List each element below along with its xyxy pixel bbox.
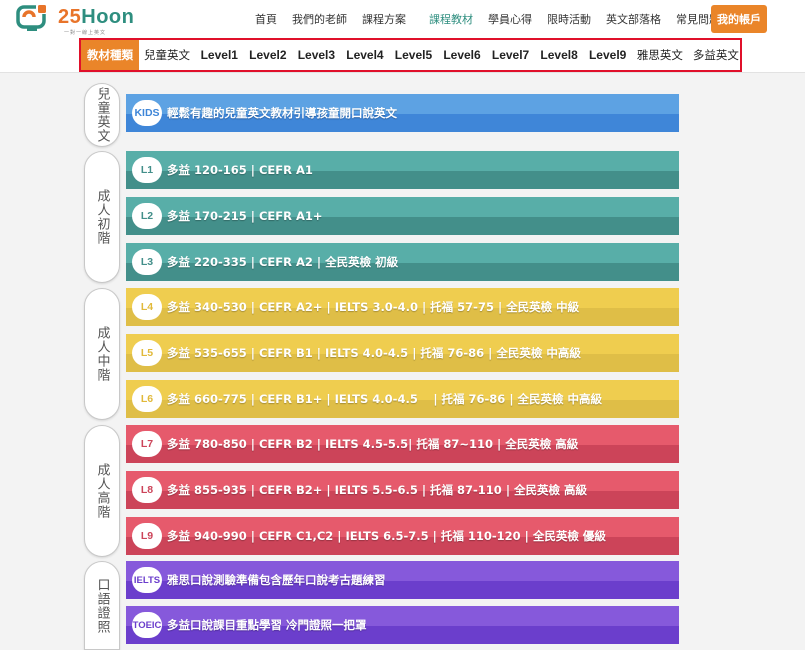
main-nav: 首頁 我們的老師 課程方案 課程教材 學員心得 限時活動 英文部落格 常見問題 (255, 0, 735, 37)
course-label: 多益 170-215 | CEFR A1+ (167, 209, 323, 223)
tab-ielts-english[interactable]: 雅思英文 (632, 40, 688, 70)
course-label: 多益 340-530 | CEFR A2+ | IELTS 3.0-4.0 | … (167, 300, 580, 314)
course-bar-l6[interactable]: L6 多益 660-775 | CEFR B1+ | IELTS 4.0-4.5… (126, 380, 679, 418)
course-label: 雅思口說測驗準備包含歷年口說考古題練習 (167, 573, 386, 587)
course-label: 多益 535-655 | CEFR B1 | IELTS 4.0-4.5 | 托… (167, 346, 581, 360)
tab-level3[interactable]: Level3 (292, 40, 341, 70)
course-badge: IELTS (132, 567, 162, 593)
course-label: 多益 120-165 | CEFR A1 (167, 163, 313, 177)
nav-teachers[interactable]: 我們的老師 (292, 11, 347, 27)
group-pill-speaking-cert: 口語證照 (84, 561, 120, 650)
group-label: 成人高階 (94, 463, 110, 519)
tab-level6[interactable]: Level6 (438, 40, 487, 70)
tab-level7[interactable]: Level7 (486, 40, 535, 70)
nav-materials[interactable]: 課程教材 (429, 11, 473, 27)
logo-wordmark: 25Hoon (58, 6, 134, 29)
course-badge: L3 (132, 249, 162, 275)
course-label: 多益 660-775 | CEFR B1+ | IELTS 4.0-4.5 | … (167, 392, 603, 406)
category-bar: 教材種類 兒童英文 Level1 Level2 Level3 Level4 Le… (0, 37, 805, 73)
logo-tagline: 一對一線上英文 (64, 30, 107, 36)
course-label: 多益 220-335 | CEFR A2 | 全民英檢 初級 (167, 255, 399, 269)
course-bar-toeic[interactable]: TOEIC 多益口說課目重點學習 冷門證照一把罩 (126, 606, 679, 644)
course-bar-l4[interactable]: L4 多益 340-530 | CEFR A2+ | IELTS 3.0-4.0… (126, 288, 679, 326)
course-label: 多益口說課目重點學習 冷門證照一把罩 (167, 618, 367, 632)
site-header: 25Hoon 一對一線上英文 首頁 我們的老師 課程方案 課程教材 學員心得 限… (0, 0, 805, 37)
course-bar-l3[interactable]: L3 多益 220-335 | CEFR A2 | 全民英檢 初級 (126, 243, 679, 281)
group-pill-intermediate: 成人中階 (84, 288, 120, 420)
course-badge: KIDS (132, 100, 162, 126)
course-bar-l9[interactable]: L9 多益 940-990 | CEFR C1,C2 | IELTS 6.5-7… (126, 517, 679, 555)
tab-material-types[interactable]: 教材種類 (81, 40, 139, 70)
course-badge: L6 (132, 386, 162, 412)
nav-promotions[interactable]: 限時活動 (547, 11, 591, 27)
logo-word: Hoon (81, 6, 135, 28)
group-pill-advanced: 成人高階 (84, 425, 120, 557)
tab-level1[interactable]: Level1 (195, 40, 244, 70)
nav-blog[interactable]: 英文部落格 (606, 11, 661, 27)
nav-plans[interactable]: 課程方案 (362, 11, 406, 27)
tab-toeic-english[interactable]: 多益英文 (688, 40, 744, 70)
group-label: 兒童英文 (94, 87, 110, 143)
course-badge: L4 (132, 294, 162, 320)
course-badge: L2 (132, 203, 162, 229)
group-pill-kids: 兒童英文 (84, 83, 120, 147)
course-badge: L7 (132, 431, 162, 457)
course-badge: L8 (132, 477, 162, 503)
course-bar-l8[interactable]: L8 多益 855-935 | CEFR B2+ | IELTS 5.5-6.5… (126, 471, 679, 509)
course-badge: TOEIC (132, 612, 162, 638)
course-label: 多益 855-935 | CEFR B2+ | IELTS 5.5-6.5 | … (167, 483, 588, 497)
my-account-button[interactable]: 我的帳戶 (711, 5, 767, 33)
tab-kids-english[interactable]: 兒童英文 (139, 40, 195, 70)
tab-level9[interactable]: Level9 (583, 40, 632, 70)
group-label: 成人中階 (94, 326, 110, 382)
course-bar-kids[interactable]: KIDS 輕鬆有趣的兒童英文教材引導孩童開口說英文 (126, 94, 679, 132)
course-label: 多益 940-990 | CEFR C1,C2 | IELTS 6.5-7.5 … (167, 529, 606, 543)
tab-level2[interactable]: Level2 (244, 40, 293, 70)
tab-level4[interactable]: Level4 (341, 40, 390, 70)
logo-monitor-icon (16, 4, 48, 31)
course-badge: L9 (132, 523, 162, 549)
nav-home[interactable]: 首頁 (255, 11, 277, 27)
course-bar-l7[interactable]: L7 多益 780-850 | CEFR B2 | IELTS 4.5-5.5|… (126, 425, 679, 463)
category-tabs: 教材種類 兒童英文 Level1 Level2 Level3 Level4 Le… (79, 38, 742, 72)
group-label: 成人初階 (94, 189, 110, 245)
tab-level5[interactable]: Level5 (389, 40, 438, 70)
course-label: 多益 780-850 | CEFR B2 | IELTS 4.5-5.5| 托福… (167, 437, 579, 451)
group-pill-beginner: 成人初階 (84, 151, 120, 283)
course-bar-l5[interactable]: L5 多益 535-655 | CEFR B1 | IELTS 4.0-4.5 … (126, 334, 679, 372)
course-badge: L1 (132, 157, 162, 183)
logo-number: 25 (58, 6, 82, 28)
course-badge: L5 (132, 340, 162, 366)
tab-level8[interactable]: Level8 (535, 40, 584, 70)
nav-reviews[interactable]: 學員心得 (488, 11, 532, 27)
course-bar-ielts[interactable]: IELTS 雅思口說測驗準備包含歷年口說考古題練習 (126, 561, 679, 599)
course-label: 輕鬆有趣的兒童英文教材引導孩童開口說英文 (167, 106, 397, 120)
group-label: 口語證照 (94, 577, 110, 634)
course-bar-l1[interactable]: L1 多益 120-165 | CEFR A1 (126, 151, 679, 189)
course-bar-l2[interactable]: L2 多益 170-215 | CEFR A1+ (126, 197, 679, 235)
